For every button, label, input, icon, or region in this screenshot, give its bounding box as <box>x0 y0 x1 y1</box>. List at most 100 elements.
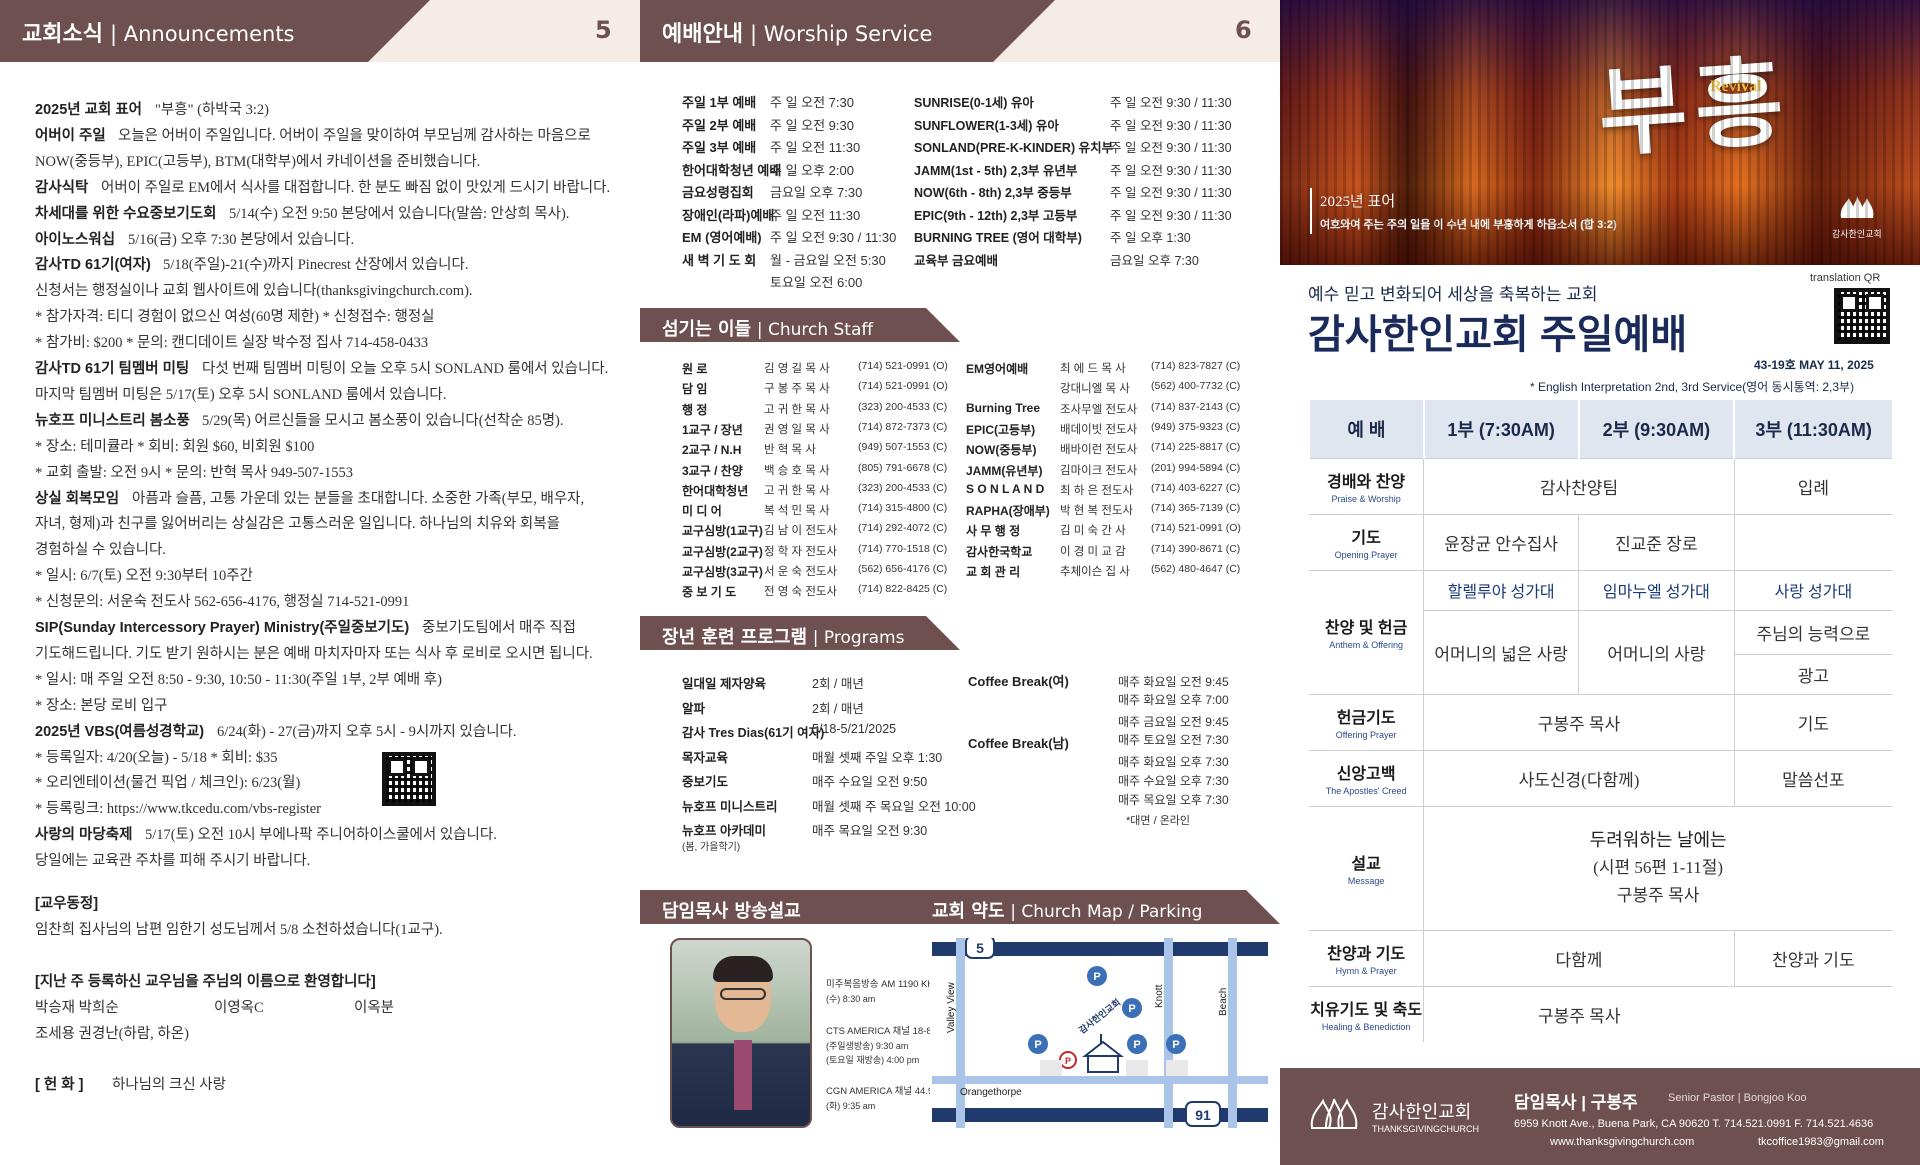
dept-service-name: JAMM(1st - 5th) 2,3부 유년부 <box>914 163 1078 178</box>
program-schedule: 매주 목요일 오전 9:30 <box>812 824 928 838</box>
beach-road <box>1228 938 1237 1128</box>
prayer-1: 윤장균 안수집사 <box>1423 514 1579 571</box>
announcement-text: 5/16(금) 오후 7:30 본당에서 있습니다. <box>128 231 355 248</box>
staff-role: 사 무 행 정 <box>966 524 1021 539</box>
announcement-heading: 차세대를 위한 수요중보기도회 <box>35 205 217 222</box>
staff-name: 최 에 드 목 사 <box>1060 363 1126 375</box>
valley-view-road <box>956 938 965 1128</box>
staff-phone: (714) 823-7827 (C) <box>1151 360 1241 372</box>
programs-band: 장년 훈련 프로그램 | Programs <box>640 616 960 650</box>
coffee-time: 매주 화요일 오전 9:45 <box>1118 675 1229 689</box>
announcement-text: * 장소: 테미큘라 * 회비: 회원 $60, 비회원 $100 <box>35 438 315 455</box>
staff-phone: (714) 521-0991 (O) <box>858 360 948 372</box>
announcement-text: 다섯 번째 팀멤버 미팅이 오늘 오후 5시 SONLAND 룸에서 있습니다. <box>202 361 609 377</box>
staff-role: EPIC(고등부) <box>966 422 1036 437</box>
service-time: 주 일 오후 2:00 <box>770 162 854 178</box>
knott-road <box>1164 938 1173 1128</box>
program-schedule: 5/18-5/21/2025 <box>812 722 897 736</box>
announcement-text: 마지막 팀멤버 미팅은 5/17(토) 오후 5시 SONLAND 룸에서 있습… <box>35 386 447 403</box>
announcement-text: "부흥" (하박국 3:2) <box>155 102 269 118</box>
flower-text: 하나님의 크신 사랑 <box>112 1077 226 1093</box>
announcement-text: * 신청문의: 서운숙 전도사 562-656-4176, 행정실 714-52… <box>35 594 410 611</box>
coffee-time: 매주 화요일 오후 7:30 <box>1118 755 1229 769</box>
creed-3: 말씀선포 <box>1733 750 1892 807</box>
svg-text:P: P <box>1034 1039 1041 1051</box>
announcement-text: 중보기도팀에서 매주 직접 <box>422 620 576 636</box>
staff-name: 이 경 미 교 감 <box>1060 545 1126 558</box>
dept-service-time: 주 일 오전 9:30 / 11:30 <box>1110 96 1232 110</box>
staff-name: 배바이런 전도사 <box>1060 444 1138 457</box>
dept-service-time: 주 일 오전 9:30 / 11:30 <box>1110 186 1232 200</box>
announcement-text: * 등록일자: 4/20(오늘) - 5/18 * 회비: $35 <box>35 749 278 766</box>
footer-address: 6959 Knott Ave., Buena Park, CA 90620 T.… <box>1514 1118 1874 1130</box>
knott-label: Knott <box>1154 984 1165 1008</box>
row-offering-label: 헌금기도 <box>1336 710 1396 727</box>
staff-role: 미 디 어 <box>682 504 722 519</box>
vbs-qr-code[interactable] <box>382 752 436 806</box>
dept-service-time: 주 일 오전 9:30 / 11:30 <box>1110 118 1232 133</box>
page-number: 6 <box>1235 16 1252 44</box>
row-prayer-en: Opening Prayer <box>1334 550 1398 560</box>
broadcast-line: 미주복음방송 AM 1190 KHZ <box>826 979 941 990</box>
translation-qr-code[interactable] <box>1834 288 1890 344</box>
dept-service-name: SUNFLOWER(1-3세) 유아 <box>914 118 1059 133</box>
broadcast-line: (화) 9:35 am <box>826 1101 876 1111</box>
broadcast-line: CGN AMERICA 채널 44.9 <box>826 1086 934 1097</box>
staff-name: 권 영 일 목 사 <box>764 423 830 436</box>
page-number: 5 <box>595 16 612 44</box>
staff-role: 교구심방(2교구) <box>682 544 763 559</box>
qr-label: translation QR <box>1810 272 1881 284</box>
announcement-text: 오늘은 어버이 주일입니다. 어버이 주일을 맞이하여 부모님께 감사하는 마음… <box>118 127 591 144</box>
service-time: 주 일 오전 11:30 <box>770 140 861 155</box>
hymn-1-2: 다함께 <box>1423 930 1735 987</box>
offering-3: 기도 <box>1733 694 1892 751</box>
service-name: 주일 2부 예배 <box>682 117 757 133</box>
welcome-name: 박승재 박희순 <box>35 1000 119 1016</box>
announcement-heading: 뉴호프 미니스트리 봄소풍 <box>35 412 190 429</box>
staff-role: 2교구 / N.H <box>682 443 742 458</box>
parking-icon: P <box>1028 1034 1048 1054</box>
table-header-1st: 1부 (7:30AM) <box>1422 400 1579 459</box>
worship-title-en: | Worship Service <box>749 22 933 46</box>
worship-header: 예배안내 | Worship Service 6 <box>640 0 1280 62</box>
announcement-text: 아픔과 슬픔, 고통 가운데 있는 분들을 초대합니다. 소중한 가족(부모, … <box>132 490 585 507</box>
church-map[interactable]: 5 91 Valley View Knott Beach Orangethorp… <box>930 938 1275 1128</box>
staff-role: NOW(중등부) <box>966 443 1037 458</box>
healing-1-2: 구봉주 목사 <box>1538 1006 1621 1026</box>
staff-name: 복 석 민 목 사 <box>764 505 830 518</box>
staff-role: Burning Tree <box>966 400 1041 415</box>
dept-service-name: BURNING TREE (영어 대학부) <box>914 231 1082 245</box>
staff-phone: (949) 375-9323 (C) <box>1151 420 1241 433</box>
service-name: 주일 1부 예배 <box>682 95 757 110</box>
praise-3: 입례 <box>1733 458 1892 515</box>
announcement-text: * 참가자격: 티디 경험이 없으신 여성(60명 제한) * 신청접수: 행정… <box>35 309 435 326</box>
footer-church-en: THANKSGIVINGCHURCH <box>1372 1124 1480 1134</box>
staff-role: JAMM(유년부) <box>966 463 1043 478</box>
orangethorpe-label: Orangethorpe <box>960 1087 1022 1098</box>
staff-name: 반 혁 목 사 <box>764 444 816 457</box>
announcement-text: * 참가비: $200 * 문의: 캔디데이트 실장 박수정 집사 714-45… <box>35 335 429 352</box>
footer-website[interactable]: www.thanksgivingchurch.com <box>1550 1136 1694 1148</box>
sermon-reference: (시편 56편 1-11절) <box>1593 858 1724 877</box>
staff-name: 배데이빗 전도사 <box>1060 423 1138 436</box>
staff-name: 김 남 이 전도사 <box>764 525 838 538</box>
offering-1-2: 구봉주 목사 <box>1423 694 1735 751</box>
footer-pastor-en: Senior Pastor | Bongjoo Koo <box>1668 1092 1807 1104</box>
staff-phone: (714) 403-6227 (C) <box>1151 481 1241 494</box>
footer-email[interactable]: tkcoffice1983@gmail.com <box>1758 1136 1884 1148</box>
prayer-2: 진교준 장로 <box>1578 514 1735 571</box>
coffee-time: 매주 목요일 오후 7:30 <box>1118 793 1229 807</box>
interpretation-note: * English Interpretation 2nd, 3rd Servic… <box>1530 380 1855 394</box>
service-time: 토요일 오전 6:00 <box>770 275 863 290</box>
parking-icon: P <box>1087 966 1107 986</box>
staff-name: 백 승 호 목 사 <box>764 464 830 477</box>
staff-role: 원 로 <box>682 362 708 376</box>
dept-service-time: 주 일 오전 9:30 / 11:30 <box>1110 208 1232 223</box>
staff-name: 서 운 숙 전도사 <box>764 566 838 578</box>
dept-service-name: SONLAND(PRE-K-KINDER) 유치부 <box>914 141 1114 155</box>
table-header-label: 예 배 <box>1308 400 1424 459</box>
staff-name: 정 학 자 전도사 <box>764 545 838 558</box>
creed-1-2: 사도신경(다함께) <box>1423 750 1735 807</box>
announcement-text: 경험하실 수 있습니다. <box>35 542 166 559</box>
announcement-text: 기도해드립니다. 기도 받기 원하시는 분은 예배 마치자마자 또는 식사 후 … <box>35 645 593 662</box>
